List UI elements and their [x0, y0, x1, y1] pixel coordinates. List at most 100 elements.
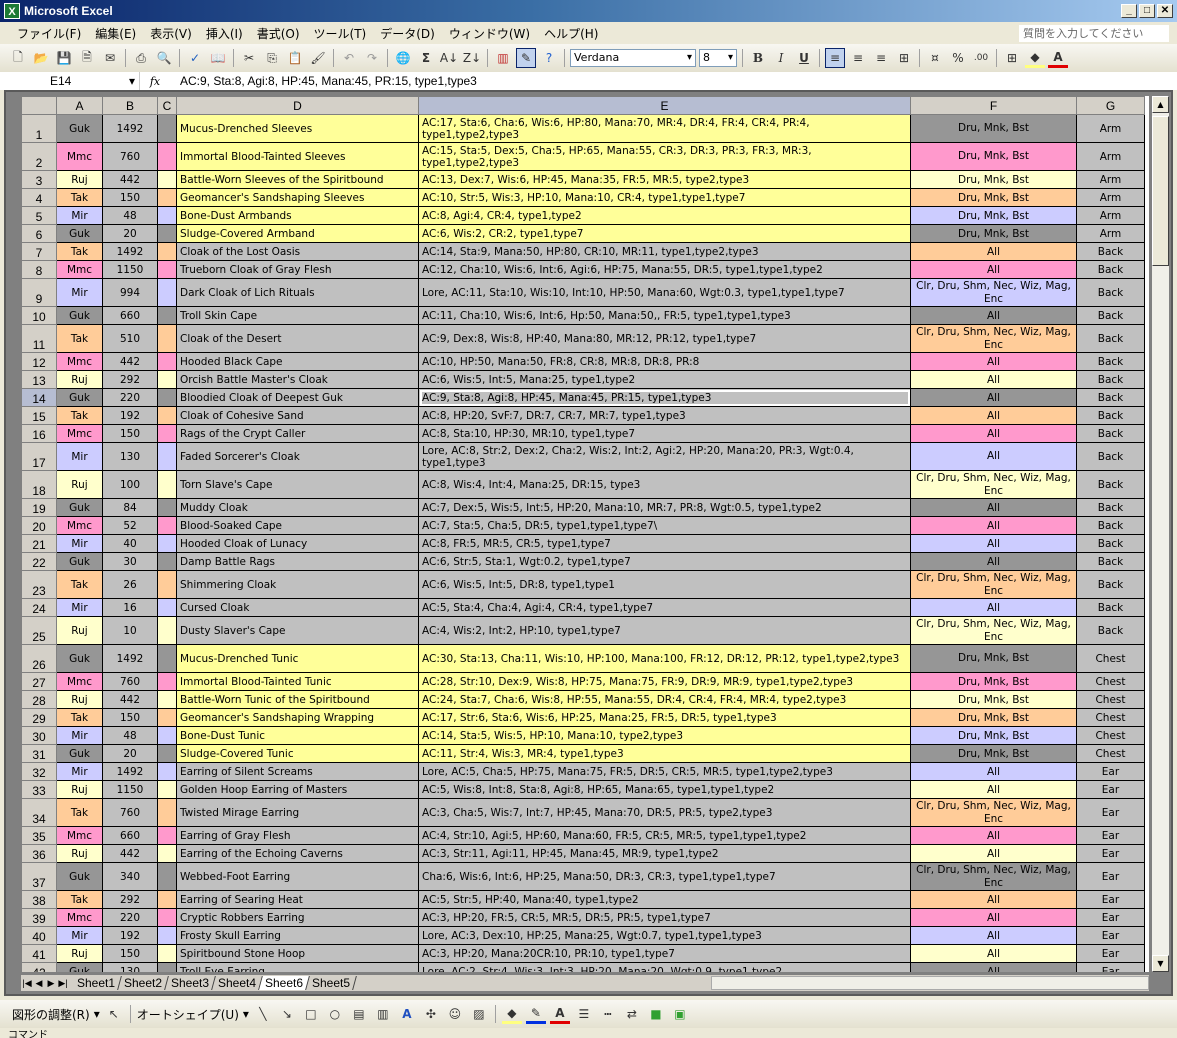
- cell-color-marker[interactable]: [157, 114, 177, 143]
- cell-color-marker[interactable]: [157, 534, 177, 553]
- cell-item-name[interactable]: Damp Battle Rags: [176, 552, 419, 571]
- cell-item-name[interactable]: Sludge-Covered Tunic: [176, 744, 419, 763]
- cell-slot[interactable]: Back: [1076, 278, 1145, 307]
- last-sheet-icon[interactable]: ▶|: [57, 978, 69, 989]
- cell-class-code[interactable]: Guk: [56, 114, 103, 143]
- cut-icon[interactable]: ✂: [239, 48, 259, 68]
- cell-class-code[interactable]: Mmc: [56, 672, 103, 691]
- cell-classes[interactable]: Dru, Mnk, Bst: [910, 142, 1077, 171]
- column-header-c[interactable]: C: [157, 96, 177, 115]
- row-header[interactable]: 24: [21, 598, 57, 617]
- arrow-icon[interactable]: ↘: [277, 1004, 297, 1024]
- arrow-style-icon[interactable]: ⇄: [622, 1004, 642, 1024]
- menu-format[interactable]: 書式(O): [250, 25, 307, 42]
- line-color-icon[interactable]: ✎: [525, 1004, 546, 1024]
- cell-slot[interactable]: Chest: [1076, 708, 1145, 727]
- cell-value[interactable]: 1492: [102, 762, 158, 781]
- cell-class-code[interactable]: Tak: [56, 406, 103, 425]
- cell-slot[interactable]: Back: [1076, 442, 1145, 471]
- cell-color-marker[interactable]: [157, 726, 177, 745]
- cell-slot[interactable]: Back: [1076, 516, 1145, 535]
- cell-classes[interactable]: Clr, Dru, Shm, Nec, Wiz, Mag, Enc: [910, 616, 1077, 645]
- sheet-tab-sheet2[interactable]: Sheet2: [118, 976, 169, 990]
- bold-icon[interactable]: B: [748, 48, 768, 68]
- cell-class-code[interactable]: Guk: [56, 862, 103, 891]
- worksheet-grid[interactable]: ABCDEFG 1 Guk 1492 Mucus-Drenched Sleeves AC…: [21, 96, 1149, 972]
- cell-stats[interactable]: AC:6, Wis:5, Int:5, Mana:25, type1,type2: [418, 370, 911, 389]
- cell-color-marker[interactable]: [157, 890, 177, 909]
- cell-value[interactable]: 442: [102, 352, 158, 371]
- cell-slot[interactable]: Back: [1076, 370, 1145, 389]
- cell-color-marker[interactable]: [157, 188, 177, 207]
- cell-class-code[interactable]: Ruj: [56, 370, 103, 389]
- row-header[interactable]: 25: [21, 616, 57, 645]
- cell-stats[interactable]: AC:10, Str:5, Wis:3, HP:10, Mana:10, CR:…: [418, 188, 911, 207]
- cell-value[interactable]: 48: [102, 206, 158, 225]
- cell-color-marker[interactable]: [157, 798, 177, 827]
- cell-classes[interactable]: Clr, Dru, Shm, Nec, Wiz, Mag, Enc: [910, 862, 1077, 891]
- cell-value[interactable]: 150: [102, 708, 158, 727]
- cell-color-marker[interactable]: [157, 306, 177, 325]
- cell-stats[interactable]: AC:9, Sta:8, Agi:8, HP:45, Mana:45, PR:1…: [418, 388, 911, 407]
- cell-classes[interactable]: Clr, Dru, Shm, Nec, Wiz, Mag, Enc: [910, 278, 1077, 307]
- row-header[interactable]: 37: [21, 862, 57, 891]
- cell-slot[interactable]: Chest: [1076, 672, 1145, 691]
- cell-class-code[interactable]: Tak: [56, 890, 103, 909]
- cell-value[interactable]: 760: [102, 672, 158, 691]
- cell-value[interactable]: 760: [102, 142, 158, 171]
- cell-classes[interactable]: All: [910, 552, 1077, 571]
- cell-stats[interactable]: AC:12, Cha:10, Wis:6, Int:6, Agi:6, HP:7…: [418, 260, 911, 279]
- cell-classes[interactable]: All: [910, 826, 1077, 845]
- cell-class-code[interactable]: Mir: [56, 206, 103, 225]
- cell-item-name[interactable]: Battle-Worn Sleeves of the Spiritbound: [176, 170, 419, 189]
- cell-class-code[interactable]: Guk: [56, 962, 103, 972]
- help-question-input[interactable]: 質問を入力してください: [1019, 25, 1169, 42]
- cell-stats[interactable]: AC:8, HP:20, SvF:7, DR:7, CR:7, MR:7, ty…: [418, 406, 911, 425]
- row-header[interactable]: 33: [21, 780, 57, 799]
- cell-slot[interactable]: Arm: [1076, 224, 1145, 243]
- row-header[interactable]: 42: [21, 962, 57, 972]
- row-header[interactable]: 15: [21, 406, 57, 425]
- italic-icon[interactable]: I: [771, 48, 791, 68]
- cell-slot[interactable]: Ear: [1076, 944, 1145, 963]
- row-header[interactable]: 8: [21, 260, 57, 279]
- cell-item-name[interactable]: Cryptic Robbers Earring: [176, 908, 419, 927]
- cell-stats[interactable]: AC:6, Str:5, Sta:1, Wgt:0.2, type1,type7: [418, 552, 911, 571]
- cell-item-name[interactable]: Blood-Soaked Cape: [176, 516, 419, 535]
- cell-stats[interactable]: AC:6, Wis:2, CR:2, type1,type7: [418, 224, 911, 243]
- cell-classes[interactable]: All: [910, 388, 1077, 407]
- menu-window[interactable]: ウィンドウ(W): [442, 25, 537, 42]
- cell-value[interactable]: 20: [102, 224, 158, 243]
- cell-stats[interactable]: Lore, AC:3, Dex:10, HP:25, Mana:25, Wgt:…: [418, 926, 911, 945]
- open-icon[interactable]: 📂: [31, 48, 51, 68]
- sort-descending-icon[interactable]: Z↓: [462, 48, 482, 68]
- cell-color-marker[interactable]: [157, 142, 177, 171]
- cell-value[interactable]: 1492: [102, 644, 158, 673]
- cell-stats[interactable]: Lore, AC:5, Cha:5, HP:75, Mana:75, FR:5,…: [418, 762, 911, 781]
- cell-value[interactable]: 1492: [102, 242, 158, 261]
- row-header[interactable]: 36: [21, 844, 57, 863]
- cell-item-name[interactable]: Troll Eye Earring: [176, 962, 419, 972]
- row-header[interactable]: 21: [21, 534, 57, 553]
- cell-value[interactable]: 26: [102, 570, 158, 599]
- row-header[interactable]: 1: [21, 114, 57, 143]
- cell-classes[interactable]: All: [910, 352, 1077, 371]
- textbox-icon[interactable]: ▤: [349, 1004, 369, 1024]
- cell-class-code[interactable]: Tak: [56, 188, 103, 207]
- cell-class-code[interactable]: Tak: [56, 570, 103, 599]
- cell-item-name[interactable]: Earring of Silent Screams: [176, 762, 419, 781]
- menu-insert[interactable]: 挿入(I): [199, 25, 250, 42]
- row-header[interactable]: 9: [21, 278, 57, 307]
- cell-color-marker[interactable]: [157, 388, 177, 407]
- cell-color-marker[interactable]: [157, 780, 177, 799]
- cell-classes[interactable]: All: [910, 944, 1077, 963]
- cell-classes[interactable]: Dru, Mnk, Bst: [910, 672, 1077, 691]
- draw-menu-button[interactable]: 図形の調整(R): [12, 1006, 90, 1023]
- help-icon[interactable]: ?: [539, 48, 559, 68]
- cell-slot[interactable]: Arm: [1076, 114, 1145, 143]
- cell-value[interactable]: 192: [102, 926, 158, 945]
- 3d-icon[interactable]: ▣: [670, 1004, 690, 1024]
- spelling-icon[interactable]: ✓: [185, 48, 205, 68]
- cell-slot[interactable]: Back: [1076, 498, 1145, 517]
- increase-decimal-icon[interactable]: .00: [971, 48, 991, 68]
